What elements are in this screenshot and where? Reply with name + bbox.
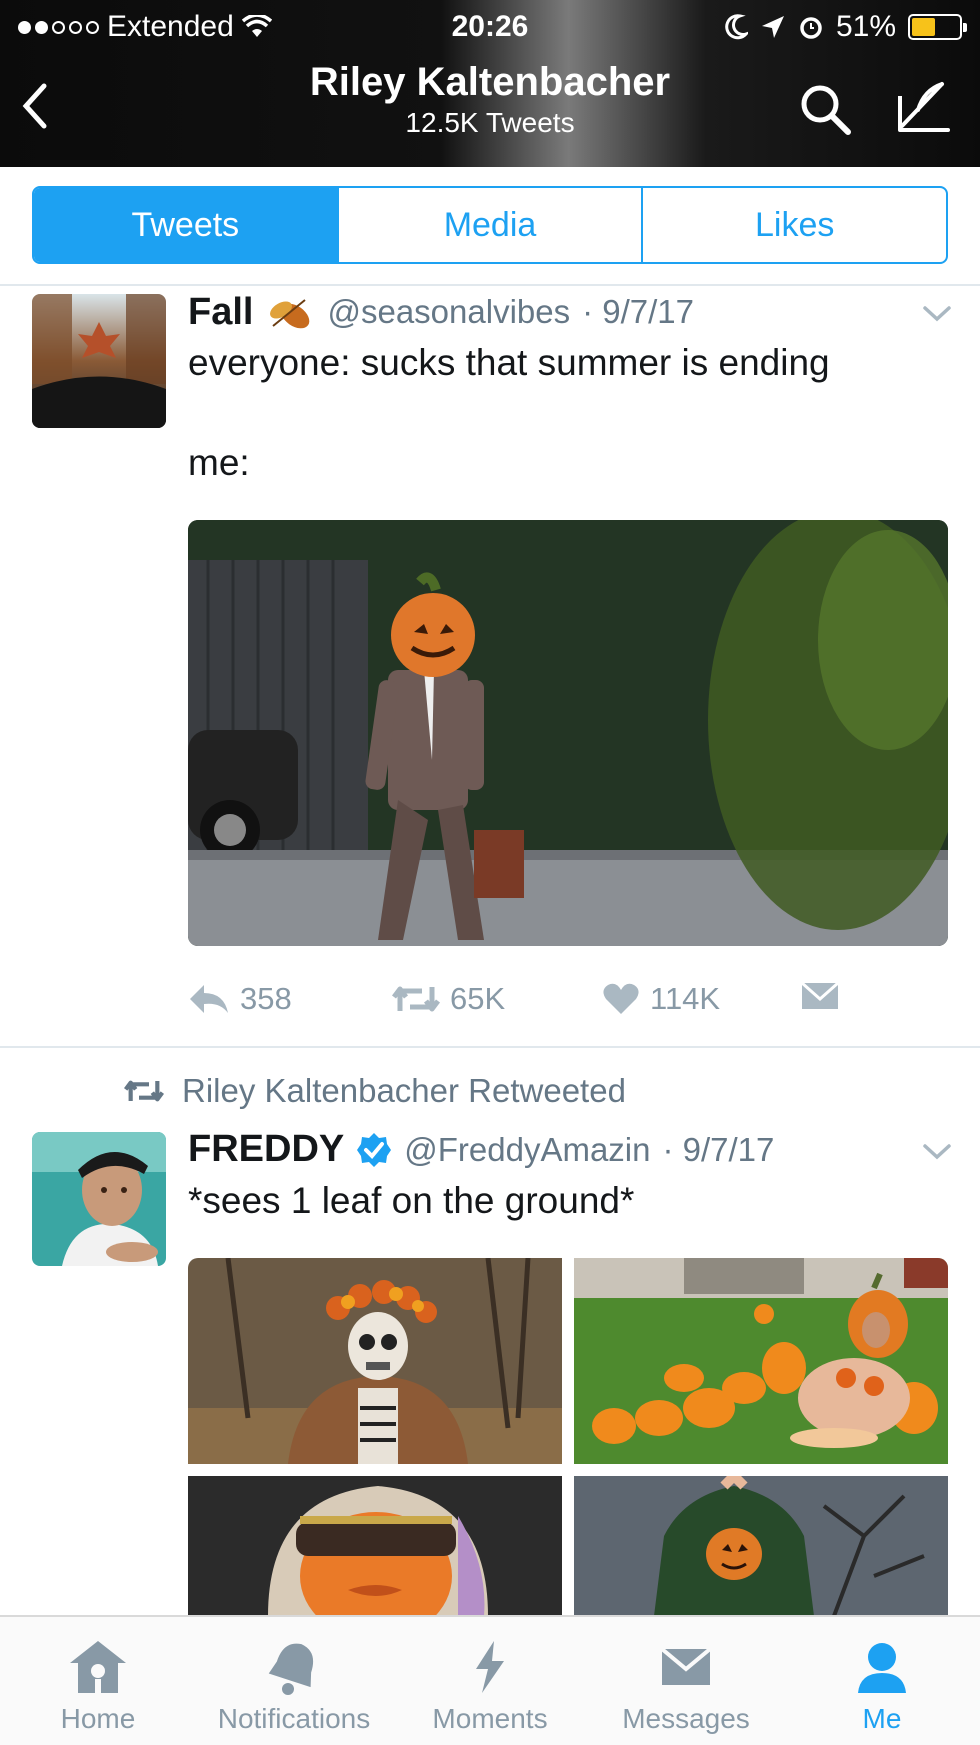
battery-icon — [908, 14, 967, 40]
like-count: 114K — [650, 981, 721, 1016]
tab-likes[interactable]: Likes — [643, 188, 946, 262]
tweet-photo[interactable] — [188, 520, 948, 946]
alarm-icon — [800, 17, 822, 39]
do-not-disturb-icon — [725, 14, 748, 40]
envelope-icon — [660, 1647, 712, 1685]
divider — [0, 284, 980, 286]
tweet-photo-pumpkins[interactable] — [574, 1258, 948, 1464]
user-handle[interactable]: @seasonalvibes — [327, 293, 570, 331]
tab-me-label: Me — [862, 1703, 902, 1734]
retweet-context: Riley Kaltenbacher Retweeted — [124, 1072, 626, 1110]
retweet-icon — [392, 986, 440, 1012]
tab-notifications[interactable]: Notifications — [196, 1617, 392, 1745]
retweet-count: 65K — [450, 981, 506, 1016]
tweet-text-second-line: me: — [188, 442, 250, 483]
tab-notifications-label: Notifications — [217, 1703, 371, 1734]
location-arrow-icon — [761, 16, 784, 38]
tweet-text: everyone: sucks that summer is ending — [188, 342, 830, 383]
person-icon — [858, 1643, 906, 1693]
tab-moments-label: Moments — [432, 1703, 548, 1734]
retweet-icon — [124, 1080, 164, 1102]
tab-me[interactable]: Me — [784, 1617, 980, 1745]
tab-home-label: Home — [60, 1703, 136, 1734]
compose-tweet-icon[interactable] — [894, 76, 954, 136]
reply-button[interactable]: 358 — [188, 981, 292, 1017]
status-bar: Extended 20:26 51% — [0, 0, 980, 52]
search-icon[interactable] — [798, 82, 854, 138]
display-name[interactable]: FREDDY — [188, 1128, 344, 1171]
tab-moments[interactable]: Moments — [392, 1617, 588, 1745]
bottom-tab-bar: Home Notifications Moments Messages Me — [0, 1615, 980, 1745]
verified-badge-icon — [357, 1132, 392, 1167]
bell-icon — [268, 1643, 314, 1695]
reply-count: 358 — [240, 981, 292, 1016]
like-button[interactable]: 114K — [602, 981, 720, 1017]
tweet-date: · 9/7/17 — [582, 293, 695, 330]
reply-icon — [190, 985, 228, 1013]
display-name[interactable]: Fall — [188, 291, 253, 334]
tweet-header: FREDDY @FreddyAmazin · 9/7/17 — [188, 1128, 774, 1171]
divider — [0, 1046, 980, 1048]
tweet-photo-sunglasses[interactable] — [188, 1476, 562, 1616]
avatar[interactable] — [32, 1132, 166, 1266]
direct-message-button[interactable] — [800, 981, 840, 1011]
tab-tweets[interactable]: Tweets — [34, 188, 339, 262]
tweet-date: · 9/7/17 — [662, 1130, 775, 1168]
avatar[interactable] — [32, 294, 166, 428]
leaf-emoji-icon — [270, 299, 310, 329]
profile-header: Extended 20:26 51% Riley Kaltenbacher 12… — [0, 0, 980, 167]
tab-messages-label: Messages — [622, 1703, 750, 1734]
tweet-header: Fall @seasonalvibes · 9/7/17 — [188, 290, 694, 334]
envelope-icon — [801, 981, 839, 1009]
home-icon — [70, 1641, 126, 1693]
tweet-text: *sees 1 leaf on the ground* — [188, 1180, 635, 1221]
chevron-down-icon[interactable] — [922, 1142, 952, 1162]
heart-icon — [603, 983, 639, 1014]
tweet-actions: 358 65K 114K — [188, 975, 888, 1025]
chevron-down-icon[interactable] — [922, 304, 952, 324]
user-handle[interactable]: @FreddyAmazin — [404, 1131, 650, 1169]
tab-home[interactable]: Home — [0, 1617, 196, 1745]
tab-media[interactable]: Media — [339, 188, 644, 262]
profile-tabs: Tweets Media Likes — [32, 186, 948, 264]
tweet-photo-skeleton[interactable] — [188, 1258, 562, 1464]
battery-percent: 51% — [835, 10, 896, 43]
tab-messages[interactable]: Messages — [588, 1617, 784, 1745]
retweet-button[interactable]: 65K — [392, 981, 505, 1017]
retweeted-by-label[interactable]: Riley Kaltenbacher Retweeted — [182, 1072, 626, 1110]
lightning-icon — [476, 1641, 504, 1693]
tweet-photo-yoga-pumpkin[interactable] — [574, 1476, 948, 1616]
